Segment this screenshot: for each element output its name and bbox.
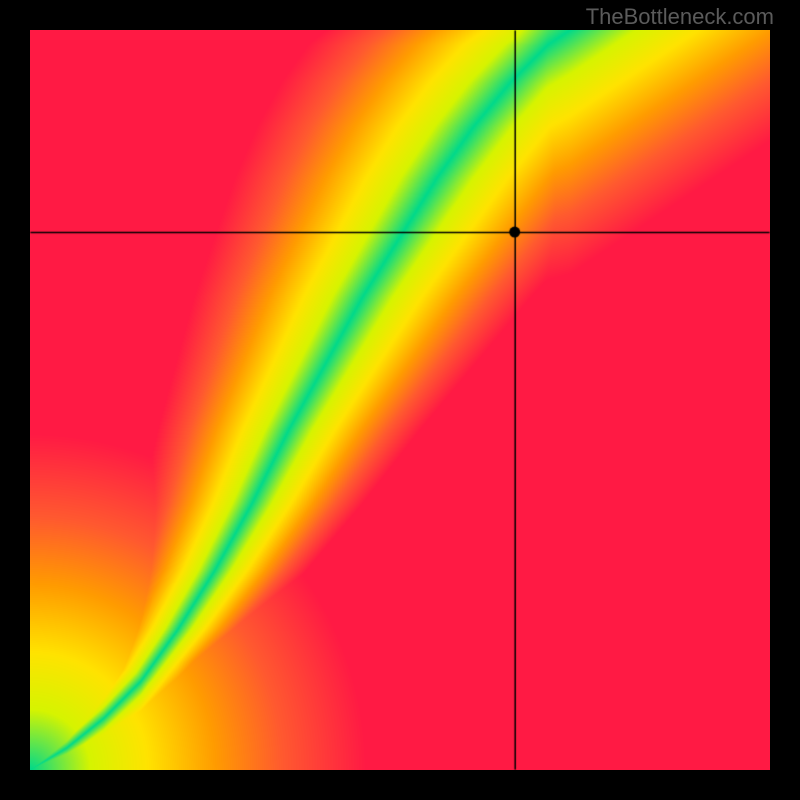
watermark-text: TheBottleneck.com: [586, 4, 774, 30]
heatmap-chart: [30, 30, 770, 770]
heatmap-canvas: [30, 30, 770, 770]
